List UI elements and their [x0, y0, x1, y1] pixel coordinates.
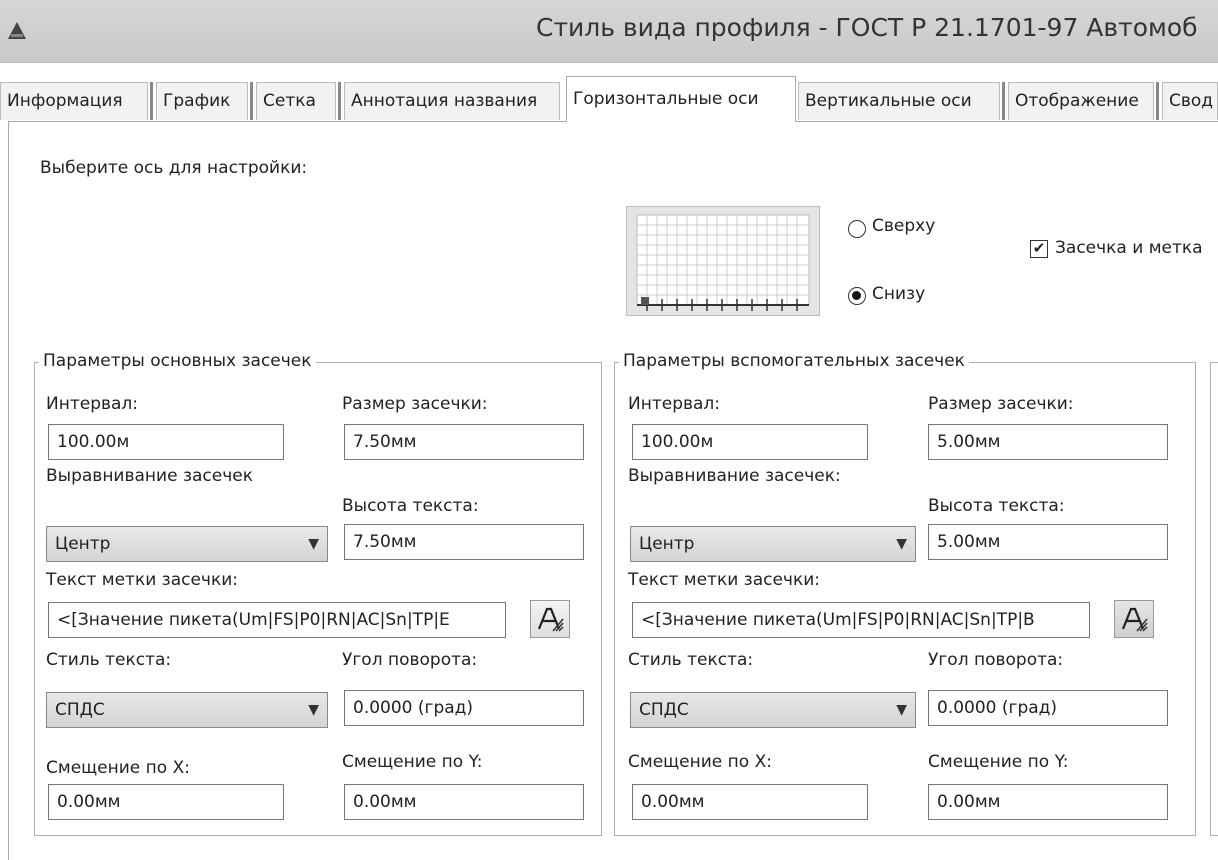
major-ticks-title: Параметры основных засечек: [39, 351, 316, 371]
bottom-axis-radio[interactable]: [848, 287, 866, 305]
tab-separator: [150, 82, 153, 120]
minor-justify-label: Выравнивание засечек:: [628, 466, 841, 486]
minor-rotation-label: Угол поворота:: [928, 650, 1064, 670]
chevron-down-icon: ▼: [896, 702, 907, 718]
minor-text-style-value: СПДС: [639, 700, 689, 720]
tab-summary[interactable]: Свод: [1162, 82, 1218, 120]
minor-interval-input[interactable]: 100.00м: [632, 424, 868, 460]
tab-separator: [338, 82, 341, 120]
major-x-offset-label: Смещение по X:: [46, 758, 190, 778]
major-text-style-value: СПДС: [55, 700, 105, 720]
minor-justify-select[interactable]: Центр ▼: [630, 526, 916, 562]
major-justify-label: Выравнивание засечек: [46, 466, 253, 486]
chevron-down-icon: ▼: [308, 536, 319, 552]
text-component-editor-icon: [537, 607, 564, 632]
minor-ticks-title: Параметры вспомогательных засечек: [619, 351, 969, 371]
minor-text-style-select[interactable]: СПДС ▼: [630, 692, 916, 728]
major-interval-input[interactable]: 100.00м: [48, 424, 284, 460]
tab-vertical-axes[interactable]: Вертикальные оси: [798, 82, 1000, 120]
text-component-editor-icon: [1121, 607, 1148, 632]
minor-text-height-input[interactable]: 5.00мм: [928, 524, 1168, 560]
minor-text-style-label: Стиль текста:: [628, 650, 754, 670]
title-bar: Стиль вида профиля - ГОСТ Р 21.1701-97 А…: [0, 0, 1218, 63]
tab-horizontal-axes[interactable]: Горизонтальные оси: [566, 76, 796, 122]
minor-justify-value: Центр: [639, 534, 695, 554]
bottom-axis-label: Снизу: [872, 284, 926, 304]
minor-tick-size-label: Размер засечки:: [928, 394, 1074, 414]
axis-preview: [626, 206, 820, 316]
tab-strip: Информация График Сетка Аннотация назван…: [0, 76, 1218, 122]
top-axis-radio[interactable]: [848, 220, 866, 238]
minor-rotation-input[interactable]: 0.0000 (град): [928, 690, 1168, 726]
tab-separator: [1156, 82, 1159, 120]
minor-tick-size-input[interactable]: 5.00мм: [928, 424, 1168, 460]
minor-x-offset-input[interactable]: 0.00мм: [632, 784, 868, 820]
major-y-offset-input[interactable]: 0.00мм: [344, 784, 584, 820]
axis-select-label: Выберите ось для настройки:: [40, 158, 308, 178]
app-logo-icon: [8, 22, 26, 39]
major-tick-size-label: Размер засечки:: [342, 394, 488, 414]
tab-grid[interactable]: Сетка: [256, 82, 336, 120]
major-x-offset-input[interactable]: 0.00мм: [48, 784, 284, 820]
minor-y-offset-input[interactable]: 0.00мм: [928, 784, 1168, 820]
major-text-height-input[interactable]: 7.50мм: [344, 524, 584, 560]
tick-and-label-label: Засечка и метка: [1055, 238, 1203, 258]
tab-information[interactable]: Информация: [0, 82, 148, 120]
major-rotation-label: Угол поворота:: [342, 650, 478, 670]
minor-interval-label: Интервал:: [628, 394, 721, 414]
major-text-height-label: Высота текста:: [342, 496, 479, 516]
major-y-offset-label: Смещение по Y:: [342, 752, 483, 772]
chevron-down-icon: ▼: [308, 702, 319, 718]
major-justify-select[interactable]: Центр ▼: [46, 526, 328, 562]
minor-label-text-input[interactable]: <[Значение пикета(Um|FS|P0|RN|AC|Sn|TP|B: [632, 602, 1090, 638]
major-tick-size-input[interactable]: 7.50мм: [344, 424, 584, 460]
chevron-down-icon: ▼: [896, 536, 907, 552]
minor-label-text-label: Текст метки засечки:: [628, 570, 821, 590]
tab-title-annotation[interactable]: Аннотация названия: [344, 82, 560, 120]
minor-text-height-label: Высота текста:: [928, 496, 1065, 516]
major-text-style-select[interactable]: СПДС ▼: [46, 692, 328, 728]
major-label-text-input[interactable]: <[Значение пикета(Um|FS|P0|RN|AC|Sn|TP|E: [48, 602, 506, 638]
top-axis-label: Сверху: [872, 216, 936, 236]
extra-group-edge: [1210, 362, 1218, 836]
tab-display[interactable]: Отображение: [1008, 82, 1154, 120]
tab-graph[interactable]: График: [156, 82, 248, 120]
major-justify-value: Центр: [55, 534, 111, 554]
tick-and-label-checkbox[interactable]: ✔: [1030, 240, 1048, 258]
major-interval-label: Интервал:: [46, 394, 139, 414]
major-rotation-input[interactable]: 0.0000 (град): [344, 690, 584, 726]
minor-x-offset-label: Смещение по X:: [628, 752, 772, 772]
tab-separator: [1002, 82, 1005, 120]
axis-preview-grid-icon: [636, 214, 810, 311]
tab-separator: [250, 82, 253, 120]
major-label-text-edit-button[interactable]: [530, 600, 570, 638]
window-title: Стиль вида профиля - ГОСТ Р 21.1701-97 А…: [536, 13, 1198, 42]
minor-y-offset-label: Смещение по Y:: [928, 752, 1069, 772]
major-label-text-label: Текст метки засечки:: [46, 570, 239, 590]
major-text-style-label: Стиль текста:: [46, 650, 172, 670]
minor-label-text-edit-button[interactable]: [1114, 600, 1154, 638]
